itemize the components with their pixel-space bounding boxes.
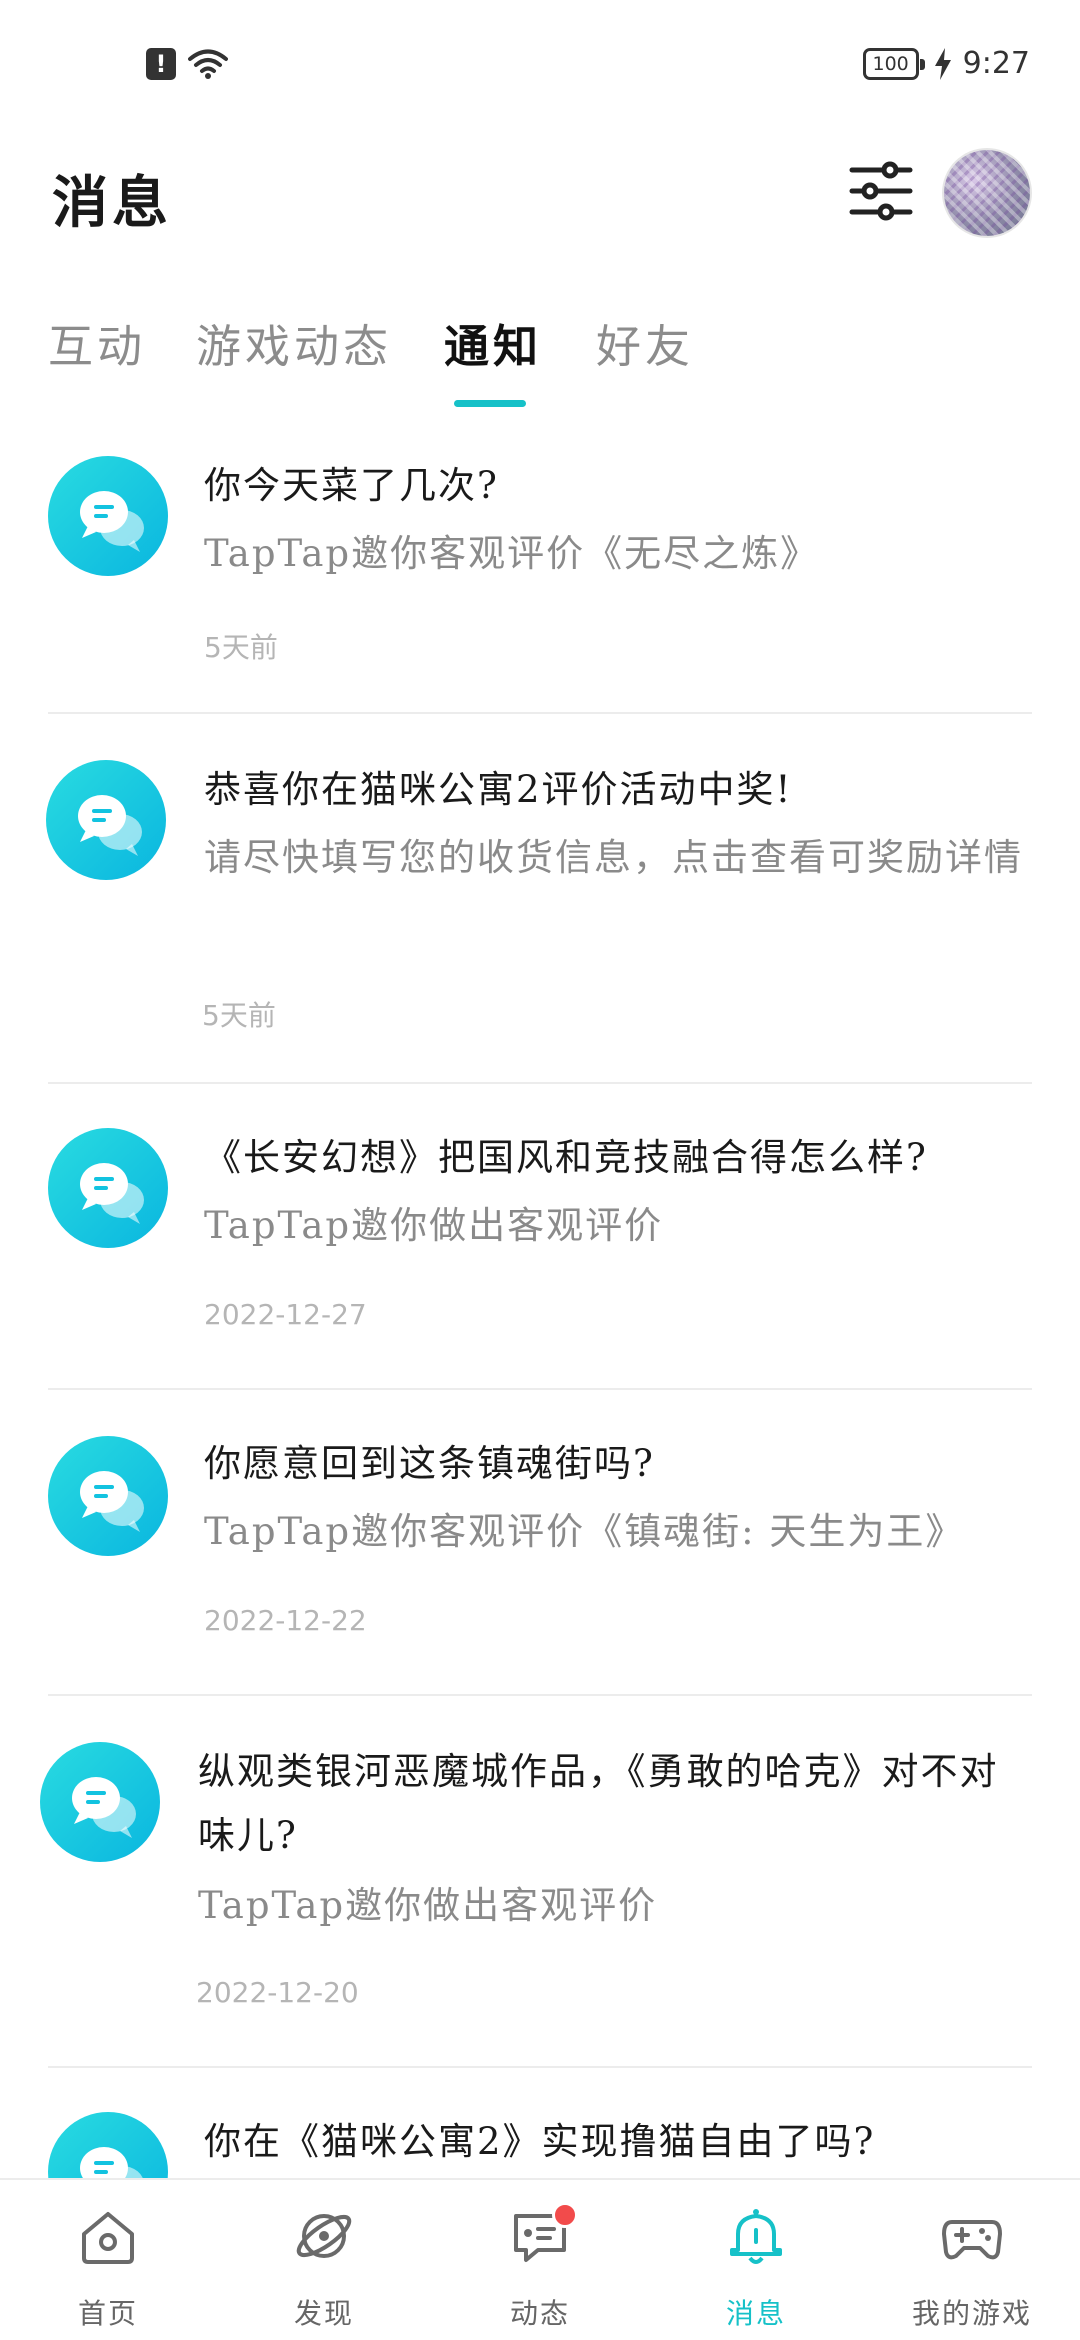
unread-badge bbox=[552, 2202, 578, 2228]
list-item[interactable]: 恭喜你在猫咪公寓2评价活动中奖! 请尽快填写您的收货信息，点击查看可奖励详情 5… bbox=[0, 714, 1080, 1082]
nav-my-games[interactable]: 我的游戏 bbox=[882, 2180, 1062, 2340]
status-left-icons: ! bbox=[146, 48, 228, 80]
nav-label: 发现 bbox=[293, 2297, 354, 2330]
list-item[interactable]: 你在《猫咪公寓2》实现撸猫自由了吗? bbox=[0, 2068, 1080, 2232]
tab-interaction[interactable]: 互动 bbox=[48, 310, 146, 375]
list-item[interactable]: 你愿意回到这条镇魂街吗? TapTap邀你客观评价《镇魂街: 天生为王》 202… bbox=[0, 1390, 1080, 1694]
user-avatar[interactable] bbox=[944, 150, 1030, 236]
nav-feed[interactable]: 动态 bbox=[450, 2180, 630, 2340]
notification-title: 你今天菜了几次? bbox=[204, 464, 499, 507]
list-item[interactable]: 你今天菜了几次? TapTap邀你客观评价《无尽之炼》 5天前 bbox=[0, 430, 1080, 712]
tab-game-updates[interactable]: 游戏动态 bbox=[196, 310, 392, 375]
notification-title: 恭喜你在猫咪公寓2评价活动中奖! bbox=[204, 768, 793, 811]
notification-desc: TapTap邀你做出客观评价 bbox=[204, 1204, 664, 1247]
notification-desc: TapTap邀你客观评价《镇魂街: 天生为王》 bbox=[204, 1510, 965, 1553]
battery-level: 100 bbox=[872, 52, 909, 75]
charging-icon bbox=[934, 47, 951, 80]
notification-title: 《长安幻想》把国风和竞技融合得怎么样? bbox=[204, 1136, 928, 1179]
notification-time: 5天前 bbox=[204, 631, 278, 664]
battery-icon: 100 bbox=[862, 47, 925, 80]
notification-desc: TapTap邀你做出客观评价 bbox=[198, 1884, 658, 1927]
tab-notifications[interactable]: 通知 bbox=[444, 310, 542, 375]
bottom-navigation: 首页 发现 动态 消息 我的游戏 bbox=[0, 2178, 1080, 2340]
sim-alert-icon: ! bbox=[146, 48, 176, 80]
notification-time: 2022-12-20 bbox=[196, 1976, 359, 2009]
active-tab-indicator bbox=[454, 400, 526, 407]
home-icon bbox=[82, 2212, 134, 2264]
wifi-icon bbox=[188, 49, 228, 79]
filter-settings-button[interactable] bbox=[848, 158, 914, 224]
nav-label: 我的游戏 bbox=[911, 2297, 1032, 2330]
nav-label: 动态 bbox=[509, 2297, 570, 2330]
notification-time: 2022-12-22 bbox=[204, 1604, 367, 1637]
message-bubble-icon bbox=[48, 1128, 168, 1248]
nav-label: 消息 bbox=[725, 2297, 786, 2330]
list-item[interactable]: 纵观类银河恶魔城作品，《勇敢的哈克》对不对味儿? TapTap邀你做出客观评价 … bbox=[0, 1696, 1080, 2066]
nav-home[interactable]: 首页 bbox=[18, 2180, 198, 2340]
notification-desc: TapTap邀你客观评价《无尽之炼》 bbox=[204, 532, 820, 575]
gamepad-icon bbox=[942, 2220, 1002, 2260]
notification-desc: 请尽快填写您的收货信息，点击查看可奖励详情 bbox=[204, 836, 1023, 879]
message-bubble-icon bbox=[48, 456, 168, 576]
discover-icon bbox=[296, 2214, 352, 2258]
bell-icon bbox=[730, 2209, 782, 2264]
status-time: 9:27 bbox=[962, 46, 1030, 81]
notification-title: 纵观类银河恶魔城作品，《勇敢的哈克》对不对味儿? bbox=[198, 1750, 999, 1857]
notification-title: 你在《猫咪公寓2》实现撸猫自由了吗? bbox=[204, 2120, 876, 2163]
notification-time: 2022-12-27 bbox=[204, 1298, 367, 1331]
tab-friends[interactable]: 好友 bbox=[596, 310, 694, 375]
message-bubble-icon bbox=[40, 1742, 160, 1862]
nav-label: 首页 bbox=[77, 2297, 138, 2330]
list-item[interactable]: 《长安幻想》把国风和竞技融合得怎么样? TapTap邀你做出客观评价 2022-… bbox=[0, 1084, 1080, 1388]
message-bubble-icon bbox=[48, 1436, 168, 1556]
notification-time: 5天前 bbox=[202, 999, 276, 1032]
status-right-icons: 100 9:27 bbox=[862, 46, 1030, 81]
page-title: 消息 bbox=[52, 170, 172, 236]
message-bubble-icon bbox=[46, 760, 166, 880]
status-bar: ! 100 9:27 bbox=[0, 0, 1080, 130]
message-tabs: 互动 游戏动态 通知 好友 bbox=[0, 310, 1080, 410]
nav-discover[interactable]: 发现 bbox=[234, 2180, 414, 2340]
notification-title: 你愿意回到这条镇魂街吗? bbox=[204, 1442, 655, 1485]
filter-sliders-icon bbox=[849, 161, 913, 221]
nav-messages[interactable]: 消息 bbox=[666, 2180, 846, 2340]
